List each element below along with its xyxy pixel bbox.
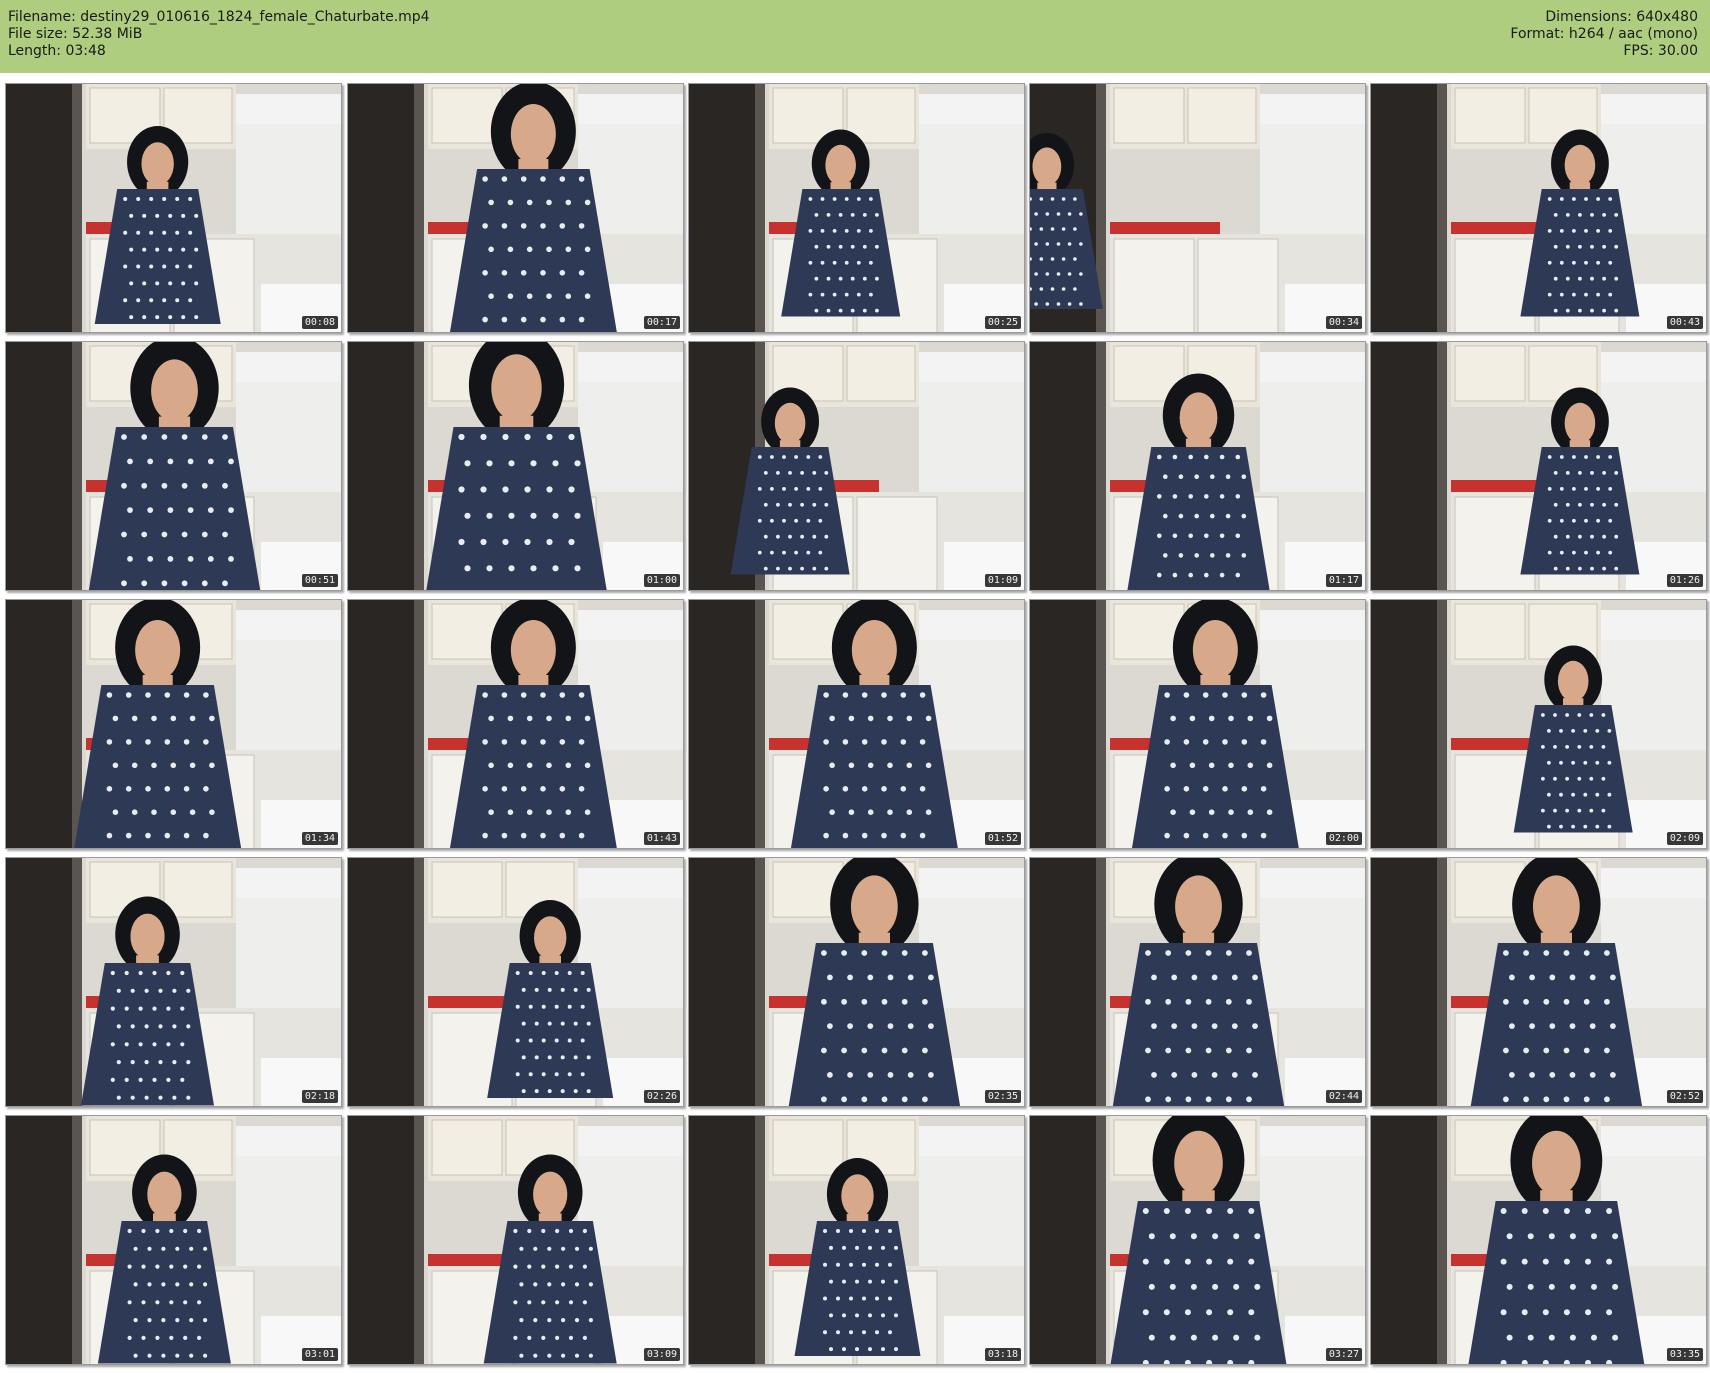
timestamp-label: 01:26 — [1666, 574, 1703, 587]
thumbnail-frame[interactable]: 03:09 — [347, 1115, 684, 1365]
video-frame-image — [1371, 600, 1706, 848]
timestamp-label: 00:51 — [301, 574, 338, 587]
video-frame-image — [348, 858, 683, 1106]
timestamp-label: 01:43 — [643, 832, 680, 845]
thumbnail-frame[interactable]: 01:52 — [688, 599, 1025, 849]
timestamp-label: 01:34 — [301, 832, 338, 845]
timestamp-label: 00:25 — [984, 316, 1021, 329]
timestamp-label: 03:01 — [301, 1348, 338, 1361]
timestamp-label: 02:35 — [984, 1090, 1021, 1103]
timestamp-label: 00:34 — [1325, 316, 1362, 329]
timestamp-label: 03:35 — [1666, 1348, 1703, 1361]
timestamp-label: 02:52 — [1666, 1090, 1703, 1103]
video-frame-image — [348, 1116, 683, 1364]
thumbnail-frame[interactable]: 02:52 — [1370, 857, 1707, 1107]
thumbnail-grid: 00:08 00:17 00:25 00:34 00:43 00:51 01:0… — [0, 0, 1710, 1373]
thumbnail-frame[interactable]: 03:01 — [5, 1115, 342, 1365]
timestamp-label: 01:17 — [1325, 574, 1362, 587]
thumbnail-frame[interactable]: 00:25 — [688, 83, 1025, 333]
video-frame-image — [348, 342, 683, 590]
video-frame-image — [689, 600, 1024, 848]
timestamp-label: 01:09 — [984, 574, 1021, 587]
timestamp-label: 02:26 — [643, 1090, 680, 1103]
video-frame-image — [1371, 84, 1706, 332]
video-frame-image — [689, 858, 1024, 1106]
video-frame-image — [689, 1116, 1024, 1364]
video-frame-image — [1030, 600, 1365, 848]
thumbnail-frame[interactable]: 00:17 — [347, 83, 684, 333]
thumbnail-frame[interactable]: 01:43 — [347, 599, 684, 849]
video-frame-image — [6, 84, 341, 332]
video-frame-image — [1371, 1116, 1706, 1364]
thumbnail-frame[interactable]: 01:34 — [5, 599, 342, 849]
video-frame-image — [689, 342, 1024, 590]
timestamp-label: 02:00 — [1325, 832, 1362, 845]
thumbnail-frame[interactable]: 00:08 — [5, 83, 342, 333]
thumbnail-frame[interactable]: 02:44 — [1029, 857, 1366, 1107]
video-frame-image — [1030, 858, 1365, 1106]
thumbnail-frame[interactable]: 03:18 — [688, 1115, 1025, 1365]
thumbnail-frame[interactable]: 01:00 — [347, 341, 684, 591]
thumbnail-frame[interactable]: 00:34 — [1029, 83, 1366, 333]
timestamp-label: 02:09 — [1666, 832, 1703, 845]
video-frame-image — [1030, 1116, 1365, 1364]
video-frame-image — [6, 342, 341, 590]
thumbnail-frame[interactable]: 02:00 — [1029, 599, 1366, 849]
thumbnail-frame[interactable]: 00:51 — [5, 341, 342, 591]
video-frame-image — [689, 84, 1024, 332]
video-frame-image — [6, 1116, 341, 1364]
timestamp-label: 00:43 — [1666, 316, 1703, 329]
timestamp-label: 01:52 — [984, 832, 1021, 845]
thumbnail-frame[interactable]: 02:09 — [1370, 599, 1707, 849]
video-frame-image — [348, 600, 683, 848]
timestamp-label: 02:44 — [1325, 1090, 1362, 1103]
timestamp-label: 00:08 — [301, 316, 338, 329]
thumbnail-frame[interactable]: 01:26 — [1370, 341, 1707, 591]
timestamp-label: 02:18 — [301, 1090, 338, 1103]
video-frame-image — [6, 858, 341, 1106]
timestamp-label: 00:17 — [643, 316, 680, 329]
video-frame-image — [348, 84, 683, 332]
thumbnail-frame[interactable]: 02:26 — [347, 857, 684, 1107]
thumbnail-frame[interactable]: 01:09 — [688, 341, 1025, 591]
video-frame-image — [1030, 342, 1365, 590]
thumbnail-frame[interactable]: 02:18 — [5, 857, 342, 1107]
thumbnail-frame[interactable]: 01:17 — [1029, 341, 1366, 591]
timestamp-label: 03:09 — [643, 1348, 680, 1361]
video-frame-image — [1030, 84, 1365, 332]
thumbnail-frame[interactable]: 03:27 — [1029, 1115, 1366, 1365]
timestamp-label: 03:27 — [1325, 1348, 1362, 1361]
timestamp-label: 03:18 — [984, 1348, 1021, 1361]
thumbnail-frame[interactable]: 00:43 — [1370, 83, 1707, 333]
video-frame-image — [1371, 342, 1706, 590]
timestamp-label: 01:00 — [643, 574, 680, 587]
video-frame-image — [1371, 858, 1706, 1106]
video-frame-image — [6, 600, 341, 848]
thumbnail-frame[interactable]: 03:35 — [1370, 1115, 1707, 1365]
thumbnail-frame[interactable]: 02:35 — [688, 857, 1025, 1107]
